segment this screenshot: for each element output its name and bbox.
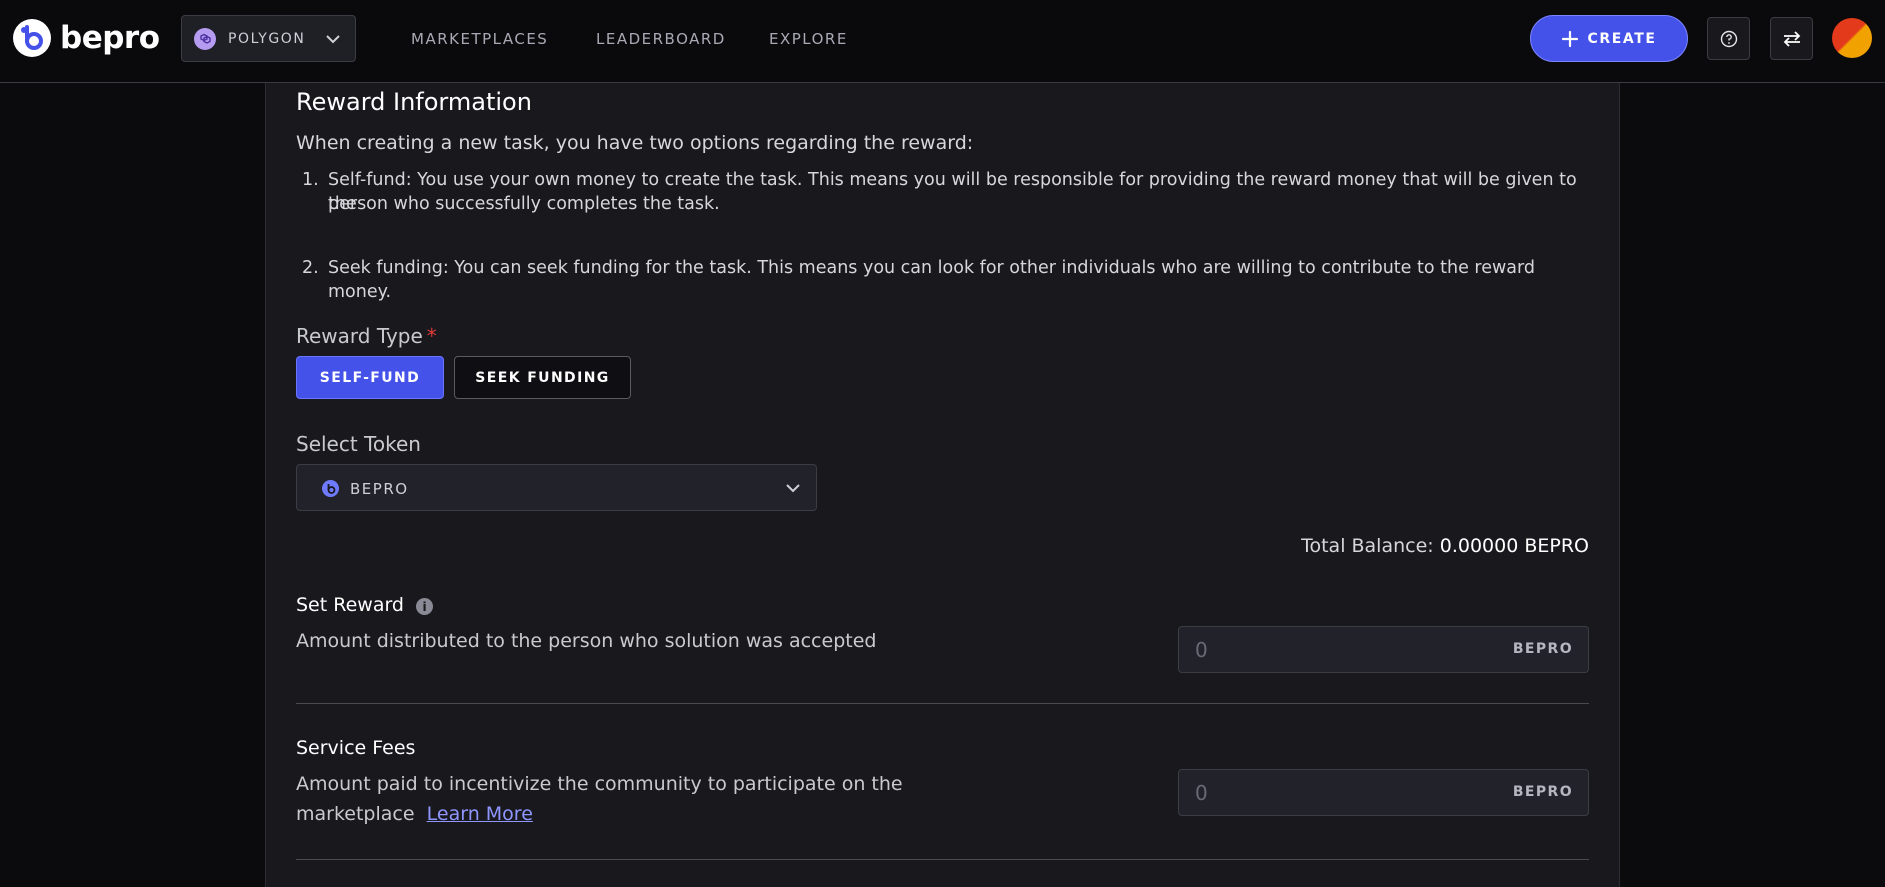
- bepro-logo-icon: [13, 19, 51, 57]
- swap-button[interactable]: [1770, 17, 1813, 60]
- polygon-icon: [194, 27, 216, 50]
- bepro-token-icon: [322, 480, 339, 497]
- logo-text: bepro: [60, 20, 160, 56]
- service-fee-unit: BEPRO: [1512, 784, 1573, 800]
- reward-type-text: Reward Type: [296, 324, 423, 348]
- option-seek-funding: 2. Seek funding: You can seek funding fo…: [302, 256, 1592, 302]
- bepro-logo[interactable]: bepro: [12, 18, 160, 58]
- top-navbar: bepro POLYGON MARKETPLACES LEADERBOARD E…: [0, 0, 1885, 83]
- balance-label: Total Balance:: [1301, 535, 1434, 557]
- learn-more-link[interactable]: Learn More: [427, 803, 533, 825]
- help-circle-icon: [1720, 30, 1737, 47]
- option-number: 1.: [302, 170, 319, 190]
- seek-funding-button[interactable]: SEEK FUNDING: [454, 356, 631, 399]
- service-fees-desc-word: marketplace: [296, 803, 415, 825]
- avatar[interactable]: [1832, 18, 1872, 58]
- option-number: 2.: [302, 258, 319, 278]
- nav-leaderboard[interactable]: LEADERBOARD: [596, 30, 726, 48]
- service-fees-desc-line: Amount paid to incentivize the community…: [296, 773, 903, 795]
- nav-marketplaces[interactable]: MARKETPLACES: [411, 30, 548, 48]
- reward-intro: When creating a new task, you have two o…: [296, 132, 974, 154]
- selected-token: BEPRO: [350, 480, 409, 498]
- option-text: Seek funding: You can seek funding for t…: [328, 258, 1536, 302]
- service-fees-desc-line2: marketplace Learn More: [296, 799, 996, 829]
- self-fund-button[interactable]: SELF-FUND: [296, 356, 444, 399]
- divider: [296, 703, 1589, 704]
- swap-arrows-icon: [1783, 30, 1800, 47]
- divider: [296, 859, 1589, 860]
- network-selector[interactable]: POLYGON: [181, 15, 356, 62]
- service-fees-description: Amount paid to incentivize the community…: [296, 769, 996, 829]
- chevron-down-icon: [326, 35, 340, 44]
- reward-information-title: Reward Information: [296, 88, 532, 116]
- info-icon[interactable]: i: [416, 598, 433, 615]
- option-text-cont: person who successfully completes the ta…: [328, 194, 720, 214]
- balance-value: 0.00000 BEPRO: [1439, 535, 1589, 557]
- create-label: CREATE: [1587, 30, 1657, 47]
- reward-unit: BEPRO: [1512, 641, 1573, 657]
- create-button[interactable]: CREATE: [1530, 15, 1688, 62]
- help-button[interactable]: [1707, 17, 1750, 60]
- set-reward-description: Amount distributed to the person who sol…: [296, 630, 877, 652]
- token-select[interactable]: BEPRO: [296, 464, 817, 511]
- required-mark: *: [426, 324, 437, 348]
- reward-type-label: Reward Type *: [296, 324, 437, 348]
- reward-amount-input[interactable]: [1179, 627, 1479, 672]
- service-fee-amount-input[interactable]: [1179, 770, 1479, 815]
- set-reward-title: Set Reward: [296, 594, 404, 616]
- reward-amount-field: BEPRO: [1178, 626, 1589, 673]
- total-balance: Total Balance: 0.00000 BEPRO: [1089, 535, 1589, 557]
- service-fee-amount-field: BEPRO: [1178, 769, 1589, 816]
- nav-explore[interactable]: EXPLORE: [769, 30, 848, 48]
- service-fees-title: Service Fees: [296, 737, 416, 759]
- select-token-label: Select Token: [296, 432, 421, 456]
- plus-icon: [1562, 30, 1579, 47]
- chevron-down-icon: [786, 484, 800, 493]
- network-label: POLYGON: [228, 30, 306, 47]
- option-self-fund: 1. Self-fund: You use your own money to …: [302, 168, 1592, 218]
